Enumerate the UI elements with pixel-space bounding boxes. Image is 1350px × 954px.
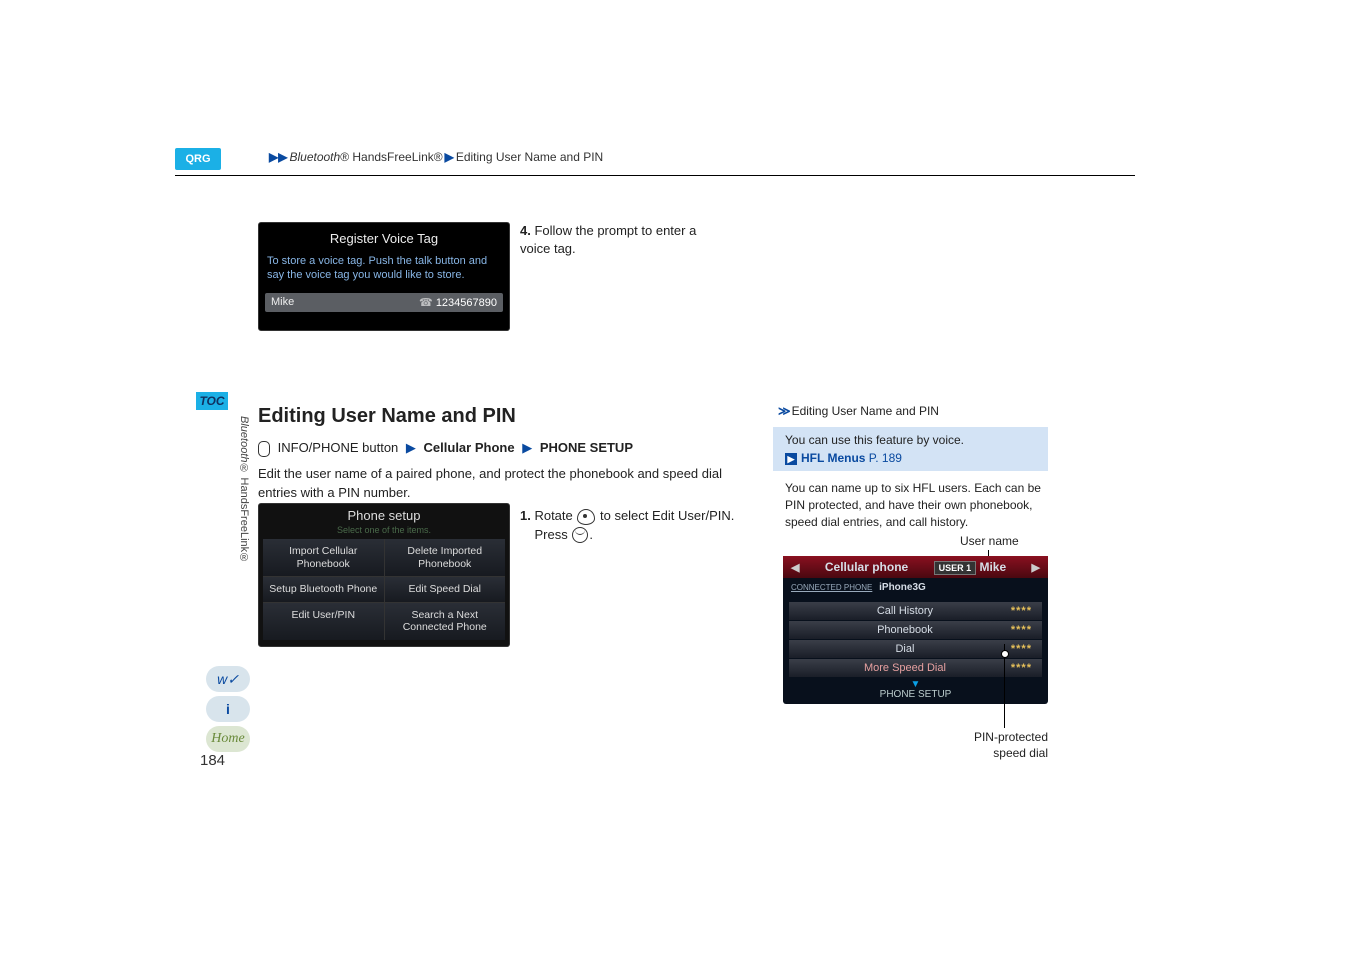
register-voice-tag-entry: Mike ☎ 1234567890 bbox=[265, 293, 503, 312]
phone-setup-footer: ▼ PHONE SETUP bbox=[783, 678, 1048, 700]
breadcrumb: ▶▶Bluetooth® HandsFreeLink®▶Editing User… bbox=[267, 150, 603, 164]
user-badge: USER 1 bbox=[934, 561, 977, 575]
voice-feature-text: You can use this feature by voice. bbox=[785, 433, 964, 447]
menu-edit-user-pin: Edit User/PIN bbox=[263, 603, 384, 640]
menu-import-cellular-phonebook: Import Cellular Phonebook bbox=[263, 539, 384, 576]
connected-phone-row: CONNECTED PHONE iPhone3G bbox=[783, 578, 1048, 601]
entry-name: Mike bbox=[271, 296, 294, 309]
info-nav-icon[interactable]: i bbox=[206, 696, 250, 722]
row-phonebook: Phonebook**** bbox=[789, 621, 1042, 639]
callout-dot-pin bbox=[1001, 650, 1009, 658]
entry-number: 1234567890 bbox=[436, 297, 497, 309]
sidebar-heading: ≫Editing User Name and PIN bbox=[778, 404, 1058, 418]
register-voice-tag-screenshot: Register Voice Tag To store a voice tag.… bbox=[258, 222, 510, 331]
cellular-phone-screenshot: ◀ Cellular phone USER 1 Mike ▶ CONNECTED… bbox=[783, 556, 1048, 704]
step-4: 4. Follow the prompt to enter a voice ta… bbox=[520, 222, 730, 258]
rule-top bbox=[175, 175, 1135, 176]
page-number: 184 bbox=[200, 752, 225, 769]
side-section-label: Bluetooth® HandsFreeLink® bbox=[236, 416, 250, 564]
body-text: Edit the user name of a paired phone, an… bbox=[258, 465, 738, 503]
qrg-tab[interactable]: QRG bbox=[175, 148, 221, 170]
row-call-history: Call History**** bbox=[789, 602, 1042, 620]
sidebar-paragraph: You can name up to six HFL users. Each c… bbox=[785, 480, 1050, 530]
current-user-name: Mike bbox=[979, 560, 1006, 574]
voice-nav-icon[interactable]: w✓ bbox=[206, 666, 250, 692]
next-user-icon: ▶ bbox=[1032, 561, 1040, 574]
link-icon: ▶ bbox=[785, 453, 797, 465]
step-1: 1. Rotate to select Edit User/PIN. 1. Pr… bbox=[520, 507, 750, 545]
register-voice-tag-instruction: To store a voice tag. Push the talk butt… bbox=[259, 252, 509, 293]
down-arrow-icon: ▼ bbox=[783, 681, 1048, 689]
phone-setup-title: Phone setup bbox=[259, 504, 509, 525]
prev-user-icon: ◀ bbox=[791, 561, 799, 574]
menu-delete-imported-phonebook: Delete Imported Phonebook bbox=[385, 539, 506, 576]
press-dial-icon bbox=[572, 527, 588, 543]
rotate-dial-icon bbox=[577, 509, 595, 525]
hfl-menus-link[interactable]: ▶HFL Menus P. 189 bbox=[785, 451, 902, 465]
menu-search-next-connected-phone: Search a Next Connected Phone bbox=[385, 603, 506, 640]
toc-tab[interactable]: TOC bbox=[196, 392, 228, 410]
menu-edit-speed-dial: Edit Speed Dial bbox=[385, 577, 506, 602]
phone-setup-subtitle: Select one of the items. bbox=[259, 525, 509, 539]
cellular-phone-header: ◀ Cellular phone USER 1 Mike ▶ bbox=[783, 556, 1048, 578]
register-voice-tag-title: Register Voice Tag bbox=[259, 227, 509, 252]
voice-icon bbox=[258, 441, 270, 457]
callout-pin-protected: PIN-protected speed dial bbox=[958, 730, 1048, 761]
callout-user-name: User name bbox=[960, 534, 1019, 548]
phone-setup-screenshot: Phone setup Select one of the items. Imp… bbox=[258, 503, 510, 647]
menu-setup-bluetooth-phone: Setup Bluetooth Phone bbox=[263, 577, 384, 602]
nav-path: INFO/PHONE button ▶ Cellular Phone ▶ PHO… bbox=[258, 440, 633, 457]
home-nav-icon[interactable]: Home bbox=[206, 726, 250, 752]
section-heading: Editing User Name and PIN bbox=[258, 405, 516, 428]
